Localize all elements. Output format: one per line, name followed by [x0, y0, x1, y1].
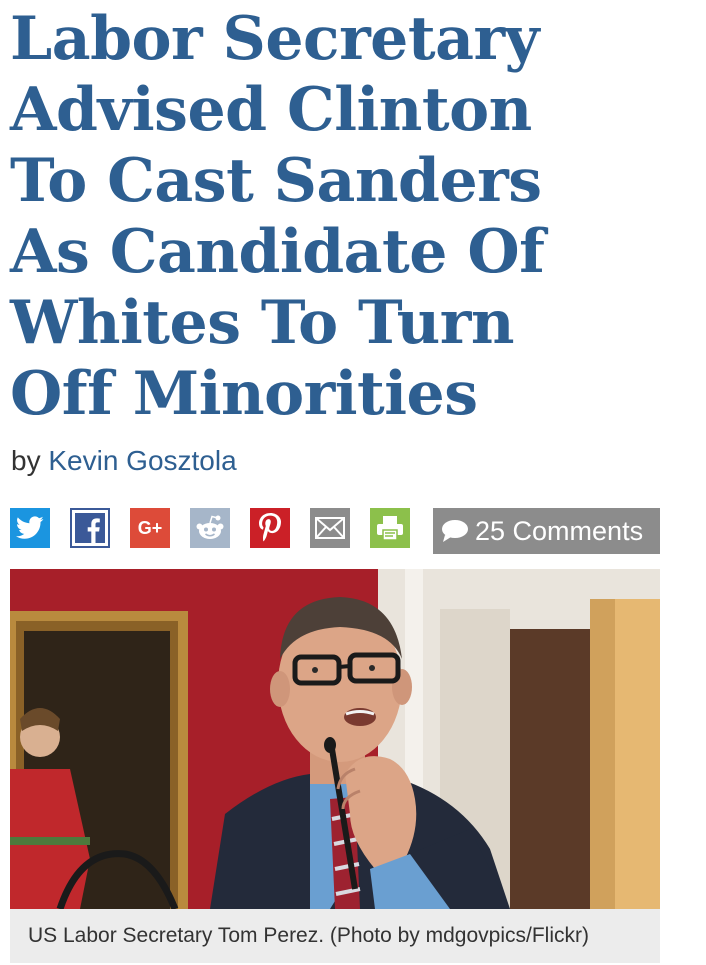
facebook-icon — [75, 513, 105, 543]
headline-line: Off Minorities — [10, 359, 478, 429]
reddit-icon — [196, 515, 224, 539]
pinterest-share-button[interactable] — [250, 508, 290, 548]
headline-line: As Candidate Of — [10, 217, 545, 287]
comments-button[interactable]: 25 Comments — [433, 508, 660, 554]
print-share-button[interactable] — [370, 508, 410, 548]
speech-bubble-icon — [442, 520, 468, 542]
headline-line: To Cast Sanders — [10, 146, 542, 216]
email-share-button[interactable] — [310, 508, 350, 548]
headline-line: Whites To Turn — [10, 288, 515, 358]
google-plus-share-button[interactable]: G+ — [130, 508, 170, 548]
byline-prefix: by — [11, 445, 41, 476]
reddit-share-button[interactable] — [190, 508, 230, 548]
headline-line: Advised Clinton — [10, 75, 532, 145]
email-icon — [315, 517, 345, 539]
twitter-share-button[interactable] — [10, 508, 50, 548]
twitter-icon — [16, 516, 44, 539]
article-photo — [10, 569, 660, 909]
print-icon — [377, 516, 403, 541]
comments-count-label: 25 Comments — [475, 515, 644, 546]
article-headline: Labor Secretary Advised Clinton To Cast … — [10, 4, 690, 430]
photo-caption: US Labor Secretary Tom Perez. (Photo by … — [10, 909, 660, 963]
author-link[interactable]: Kevin Gosztola — [48, 445, 236, 476]
photo-illustration — [10, 569, 660, 909]
share-bar: G+ 25 Comments — [10, 508, 670, 554]
headline-line: Labor Secretary — [10, 4, 539, 74]
google-plus-icon: G+ — [137, 517, 163, 538]
byline: by Kevin Gosztola — [11, 441, 237, 481]
pinterest-icon — [259, 513, 281, 542]
facebook-share-button[interactable] — [70, 508, 110, 548]
